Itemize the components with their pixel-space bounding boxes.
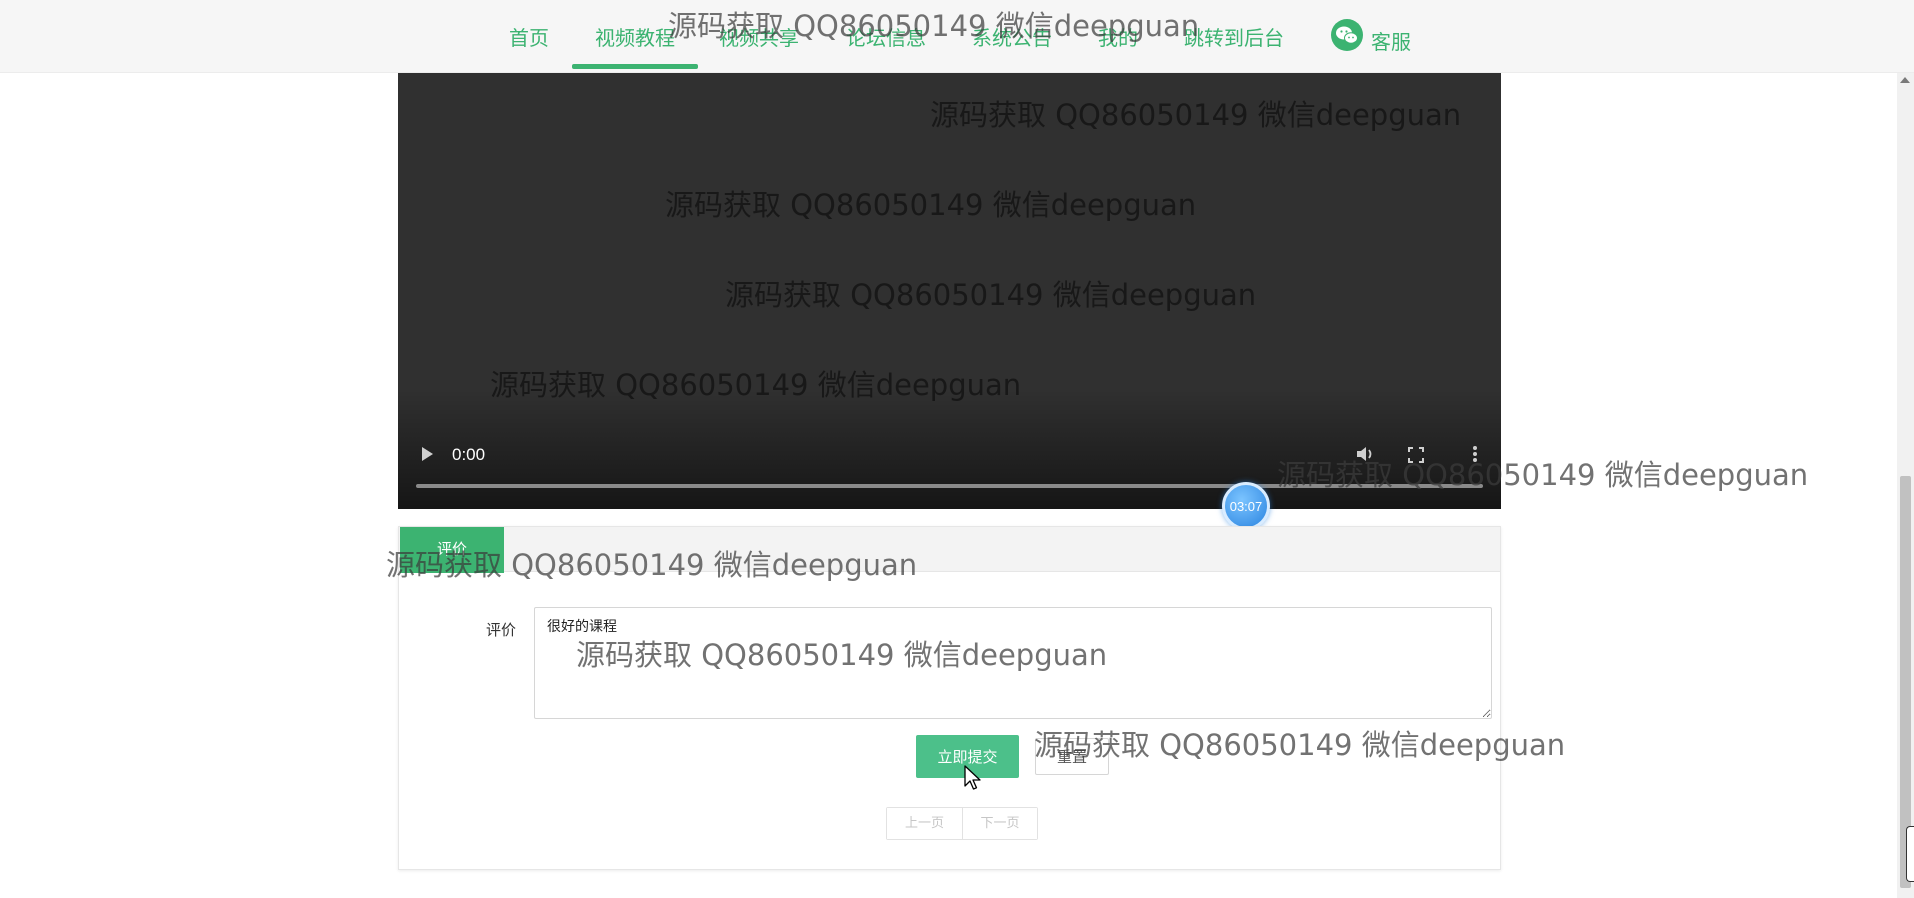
page: 首页 视频教程 视频共享 论坛信息 系统公告 我的 跳转到后台 客服 0:00 (0, 0, 1914, 898)
more-vertical-icon[interactable] (1472, 445, 1478, 463)
timer-bubble[interactable]: 03:07 (1222, 482, 1270, 530)
reset-button[interactable]: 重置 (1035, 738, 1109, 775)
nav-item-video-tutorials[interactable]: 视频教程 (595, 22, 675, 51)
video-controls-shade (398, 389, 1501, 509)
tab-review[interactable]: 评价 (400, 527, 504, 573)
prev-page-button[interactable]: 上一页 (887, 808, 962, 839)
nav-item-customer-service[interactable]: 客服 (1371, 26, 1411, 55)
pagination: 上一页 下一页 (886, 807, 1038, 840)
review-panel: 评价 评价 很好的课程 立即提交 重置 上一页 下一页 (398, 526, 1501, 870)
video-player[interactable]: 0:00 (398, 73, 1501, 509)
next-page-button[interactable]: 下一页 (962, 808, 1037, 839)
review-textarea[interactable]: 很好的课程 (534, 607, 1492, 719)
wechat-icon[interactable] (1331, 19, 1363, 51)
nav-item-home[interactable]: 首页 (509, 22, 549, 51)
scroll-up-arrow-icon[interactable] (1900, 77, 1910, 83)
fullscreen-icon[interactable] (1408, 447, 1424, 463)
nav-item-mine[interactable]: 我的 (1098, 22, 1138, 51)
side-widget-edge (1906, 826, 1914, 882)
video-progress-bar[interactable] (416, 484, 1483, 488)
nav-item-admin[interactable]: 跳转到后台 (1184, 22, 1284, 51)
volume-icon[interactable] (1355, 445, 1375, 463)
nav-item-forum[interactable]: 论坛信息 (846, 22, 926, 51)
video-time: 0:00 (452, 445, 486, 464)
nav-item-announcements[interactable]: 系统公告 (972, 22, 1052, 51)
play-icon[interactable] (420, 446, 434, 462)
top-nav: 首页 视频教程 视频共享 论坛信息 系统公告 我的 跳转到后台 客服 (0, 0, 1914, 73)
nav-item-video-share[interactable]: 视频共享 (719, 22, 799, 51)
review-panel-header: 评价 (399, 527, 1500, 573)
review-field-label: 评价 (486, 621, 517, 639)
cursor-arrow-icon (964, 765, 981, 790)
nav-active-indicator (572, 64, 698, 69)
